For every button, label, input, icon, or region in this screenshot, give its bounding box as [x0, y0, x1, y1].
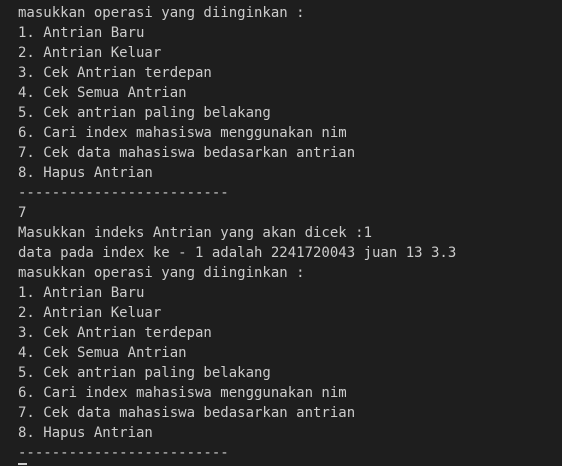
- separator-line: -------------------------: [18, 185, 229, 201]
- menu-option-1: 1. Antrian Baru: [18, 285, 145, 301]
- menu-option-4: 4. Cek Semua Antrian: [18, 345, 187, 361]
- menu-option-1: 1. Antrian Baru: [18, 25, 145, 41]
- menu-option-6: 6. Cari index mahasiswa menggunakan nim: [18, 385, 347, 401]
- menu-prompt: masukkan operasi yang diinginkan :: [18, 5, 305, 21]
- menu-option-5: 5. Cek antrian paling belakang: [18, 105, 271, 121]
- text-cursor: [18, 463, 27, 465]
- menu-option-2: 2. Antrian Keluar: [18, 305, 162, 321]
- menu-option-2: 2. Antrian Keluar: [18, 45, 162, 61]
- result-output: data pada index ke - 1 adalah 2241720043…: [18, 245, 457, 261]
- menu-option-6: 6. Cari index mahasiswa menggunakan nim: [18, 125, 347, 141]
- separator-line: -------------------------: [18, 445, 229, 461]
- menu-option-8: 8. Hapus Antrian: [18, 165, 153, 181]
- menu-prompt: masukkan operasi yang diinginkan :: [18, 265, 305, 281]
- index-prompt: Masukkan indeks Antrian yang akan dicek …: [18, 225, 373, 241]
- menu-option-5: 5. Cek antrian paling belakang: [18, 365, 271, 381]
- user-input-choice: 7: [18, 205, 27, 221]
- terminal-output[interactable]: masukkan operasi yang diinginkan : 1. An…: [0, 0, 562, 466]
- menu-option-8: 8. Hapus Antrian: [18, 425, 153, 441]
- menu-option-3: 3. Cek Antrian terdepan: [18, 325, 212, 341]
- menu-option-7: 7. Cek data mahasiswa bedasarkan antrian: [18, 405, 356, 421]
- menu-option-7: 7. Cek data mahasiswa bedasarkan antrian: [18, 145, 356, 161]
- menu-option-4: 4. Cek Semua Antrian: [18, 85, 187, 101]
- menu-option-3: 3. Cek Antrian terdepan: [18, 65, 212, 81]
